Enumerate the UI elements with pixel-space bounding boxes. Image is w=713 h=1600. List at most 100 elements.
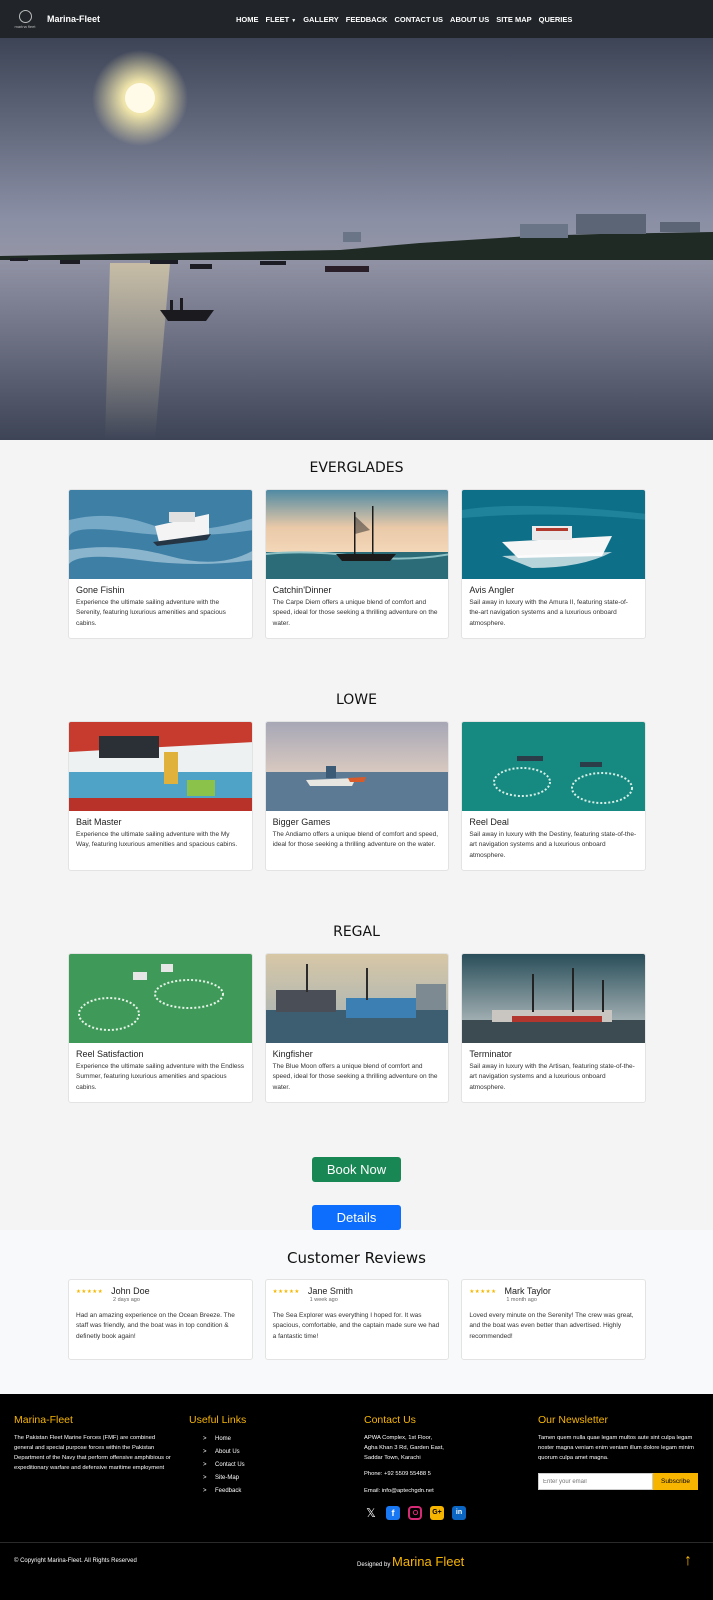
designed-by: Designed by Marina Fleet [357,1554,464,1569]
card-title: Reel Satisfaction [76,1049,144,1059]
fleet-card[interactable]: Reel Deal Sail away in luxury with the D… [461,721,647,871]
designer-name[interactable]: Marina Fleet [392,1554,464,1569]
footer-link-label: Contact Us [215,1462,245,1468]
back-to-top-arrow-icon[interactable]: ↑ [684,1552,692,1570]
hero-image [0,38,713,440]
nav-queries[interactable]: QUERIES [539,15,573,24]
review-text: Had an amazing experience on the Ocean B… [76,1312,235,1340]
review-card: ★★★★★ Mark Taylor 1 month ago Loved ever… [461,1279,647,1360]
footer-link-home[interactable]: > Home [203,1433,339,1446]
footer-link-feedback[interactable]: > Feedback [203,1485,339,1498]
x-twitter-icon[interactable]: 𝕏 [364,1506,378,1520]
card-title: Bigger Games [272,817,331,827]
newsletter-form: Subscribe [538,1473,703,1491]
chevron-right-icon: > [203,1462,207,1468]
fleet-card[interactable]: Bait Master Experience the ultimate sail… [68,721,253,871]
details-button[interactable]: Details [312,1205,401,1230]
contact-email[interactable]: Email: info@aptechgdn.net [364,1486,514,1496]
chevron-right-icon: > [203,1475,207,1481]
footer-divider [0,1542,713,1543]
instagram-icon[interactable] [408,1505,422,1520]
book-now-button[interactable]: Book Now [312,1157,401,1182]
footer-about: Marina-Fleet The Pakistan Fleet Marine F… [14,1414,174,1474]
review-card: ★★★★★ John Doe 2 days ago Had an amazing… [68,1279,253,1360]
newsletter-text: Tamen quem nulla quae legam multos aute … [538,1435,694,1462]
chevron-right-icon: > [203,1449,207,1455]
contact-address-line: Saddar Town, Karachi [364,1455,421,1462]
card-title: Reel Deal [469,817,509,827]
card-row-regal: Reel Satisfaction Experience the ultimat… [68,953,647,1103]
nav-feedback[interactable]: FEEDBACK [346,15,388,24]
card-title: Catchin'Dinner [272,585,332,595]
section-title-lowe: LOWE [335,692,377,708]
footer-links: Useful Links > Home > About Us > Contact Us… [189,1414,339,1498]
fleet-card[interactable]: Terminator Sail away in luxury with the … [461,953,647,1103]
card-row-lowe: Bait Master Experience the ultimate sail… [68,721,647,871]
designed-by-label: Designed by [357,1562,391,1568]
nav-contact-us[interactable]: CONTACT US [394,15,443,24]
nav-fleet[interactable]: FLEET ▼ [266,15,297,24]
reviewer-name: John Doe [111,1286,150,1296]
section-title-regal: REGAL [333,924,380,940]
google-plus-icon[interactable]: G+ [430,1505,444,1520]
rating-stars: ★★★★★ [469,1289,497,1295]
footer-link-label: About Us [215,1449,240,1455]
fleet-card[interactable]: Gone Fishin Experience the ultimate sail… [68,489,253,639]
card-text: The Carpe Diem offers a unique blend of … [272,599,438,627]
fleet-card[interactable]: Reel Satisfaction Experience the ultimat… [68,953,253,1103]
review-time: 1 month ago [506,1297,537,1303]
section-title-everglades: EVERGLADES [309,460,404,476]
nav-about-us[interactable]: ABOUT US [450,15,489,24]
brand[interactable]: marina fleet Marina-Fleet [12,6,100,32]
card-text: Sail away in luxury with the Destiny, fe… [469,831,637,859]
card-title: Kingfisher [272,1049,313,1059]
chevron-right-icon: > [203,1436,207,1442]
fleet-card[interactable]: Kingfisher The Blue Moon offers a unique… [264,953,450,1103]
newsletter-email-input[interactable] [538,1473,653,1491]
card-image [69,954,252,1043]
card-text: Experience the ultimate sailing adventur… [76,1063,245,1091]
card-image [462,954,646,1043]
card-title: Avis Angler [469,585,515,595]
reviewer-name: Mark Taylor [504,1286,551,1296]
card-row-everglades: Gone Fishin Experience the ultimate sail… [68,489,647,639]
footer-link-label: Site-Map [215,1475,240,1481]
caret-down-icon: ▼ [291,17,297,24]
reviewer-name: Jane Smith [307,1286,353,1296]
nav-menu: HOME FLEET ▼ GALLERY FEEDBACK CONTACT US … [236,0,572,38]
nav-fleet-label: FLEET [265,14,290,24]
logo[interactable]: marina fleet [12,6,38,32]
newsletter-title: Our Newsletter [538,1414,609,1426]
nav-gallery[interactable]: GALLERY [303,15,339,24]
card-text: Sail away in luxury with the Amura II, f… [469,599,628,627]
rating-stars: ★★★★★ [272,1289,300,1295]
fleet-card[interactable]: Bigger Games The Andiamo offers a unique… [264,721,450,871]
card-image [265,722,449,811]
footer-link-contact[interactable]: > Contact Us [203,1459,339,1472]
contact-address-line: Agha Khan 3 Rd, Garden East, [364,1445,444,1452]
subscribe-button[interactable]: Subscribe [653,1473,698,1491]
footer-link-site-map[interactable]: > Site-Map [203,1472,339,1485]
chevron-right-icon: > [203,1488,207,1494]
linkedin-icon[interactable]: in [452,1505,466,1520]
card-text: Experience the ultimate sailing adventur… [76,599,226,627]
nav-home[interactable]: HOME [236,15,259,24]
review-time: 2 days ago [113,1297,140,1303]
facebook-icon[interactable]: f [386,1505,400,1520]
card-text: Sail away in luxury with the Artisan, fe… [469,1063,635,1091]
fleet-card[interactable]: Catchin'Dinner The Carpe Diem offers a u… [264,489,450,639]
card-image [69,722,252,811]
review-card: ★★★★★ Jane Smith 1 week ago The Sea Expl… [264,1279,450,1360]
fleet-card[interactable]: Avis Angler Sail away in luxury with the… [461,489,647,639]
card-image [69,490,252,579]
footer-about-title: Marina-Fleet [14,1414,73,1426]
footer: Marina-Fleet The Pakistan Fleet Marine F… [0,1394,713,1600]
brand-name[interactable]: Marina-Fleet [47,14,100,24]
rating-stars: ★★★★★ [76,1289,104,1295]
footer-link-about[interactable]: > About Us [203,1446,339,1459]
card-image [462,722,646,811]
contact-phone: Phone: +92 5509 55488 5 [364,1471,431,1478]
nav-site-map[interactable]: SITE MAP [496,15,531,24]
card-text: The Andiamo offers a unique blend of com… [272,831,439,849]
contact-address-line: APWA Complex, 1st Floor, [364,1435,433,1441]
